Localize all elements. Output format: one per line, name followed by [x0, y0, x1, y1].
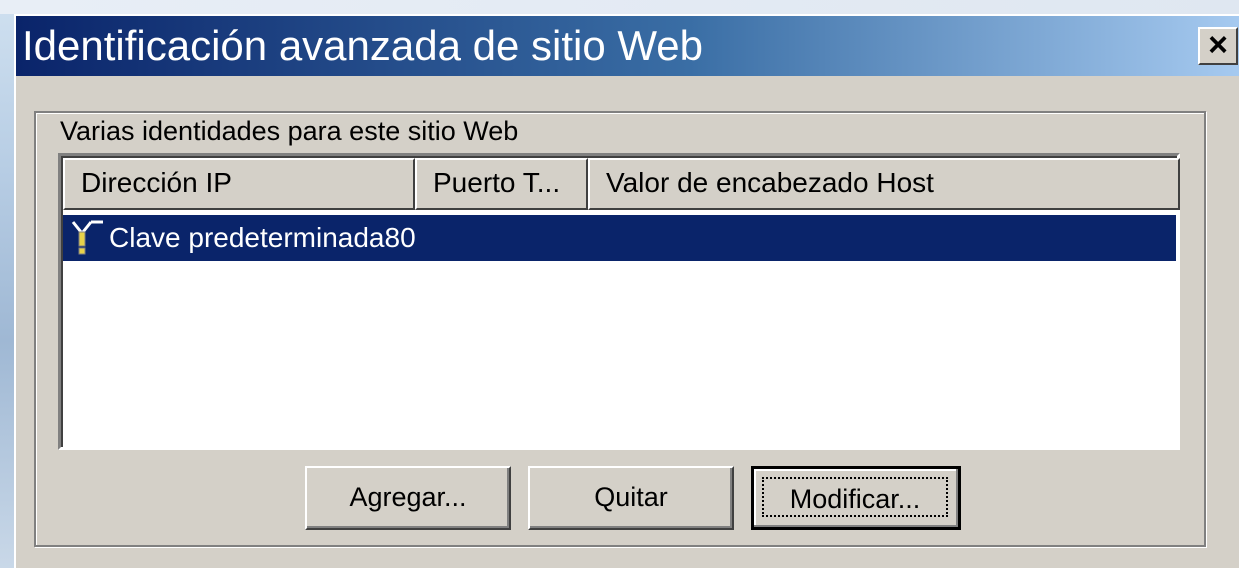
list-header: Dirección IP Puerto T... Valor de encabe… — [63, 158, 1180, 210]
identities-list[interactable]: Dirección IP Puerto T... Valor de encabe… — [58, 153, 1180, 450]
groupbox-label: Varias identidades para este sitio Web — [54, 114, 525, 148]
column-header-ip-address[interactable]: Dirección IP — [63, 158, 415, 210]
key-icon — [69, 218, 103, 258]
column-header-tcp-port[interactable]: Puerto T... — [415, 158, 588, 210]
desktop-background-left — [0, 0, 14, 568]
remove-button[interactable]: Quitar — [528, 466, 734, 530]
desktop-background-top — [0, 0, 1239, 14]
row-port-cell: 80 — [384, 222, 416, 253]
modify-button-label: Modificar... — [762, 477, 948, 517]
row-ip-cell: Clave predeterminada — [109, 222, 385, 253]
close-icon: × — [1208, 26, 1228, 64]
title-bar[interactable]: Identificación avanzada de sitio Web × — [16, 16, 1239, 76]
column-header-host-header[interactable]: Valor de encabezado Host — [588, 158, 1180, 210]
modify-button[interactable]: Modificar... — [751, 466, 961, 530]
add-button[interactable]: Agregar... — [305, 466, 511, 530]
window-title: Identificación avanzada de sitio Web — [22, 22, 703, 69]
list-item-selected[interactable]: Clave predeterminada 80 — [63, 215, 1176, 261]
close-button[interactable]: × — [1198, 27, 1238, 65]
